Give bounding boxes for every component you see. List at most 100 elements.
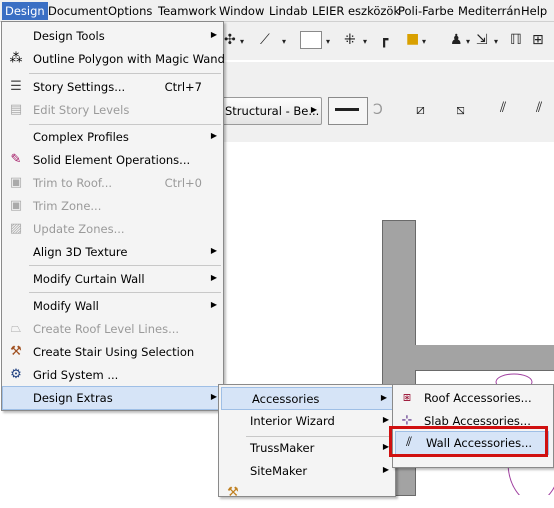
menu-item-label: Story Settings...	[33, 80, 126, 94]
menu-window[interactable]: Window	[216, 3, 267, 19]
chevron-down-icon[interactable]: ▾	[282, 34, 286, 50]
curve-icon[interactable]: Ↄ	[373, 102, 383, 118]
snap-icon[interactable]: ⟋	[260, 32, 270, 48]
menu-separator	[29, 124, 221, 125]
menu-item-trim-to-roof[interactable]: ▣ Trim to Roof... Ctrl+0	[3, 172, 222, 195]
grid-snap-icon[interactable]: ⁜	[344, 32, 356, 48]
menu-item-label: Design Extras	[33, 391, 113, 405]
menu-item-trim-zone[interactable]: ▣ Trim Zone...	[3, 195, 222, 218]
chevron-right-icon: ▶	[380, 393, 387, 402]
chevron-down-icon[interactable]: ▾	[363, 34, 367, 50]
menu-mediterran[interactable]: Mediterrán	[455, 3, 524, 19]
menu-item-label: Trim to Roof...	[33, 176, 113, 190]
trim-roof-icon: ▣	[9, 175, 23, 190]
menu-item-outline-polygon[interactable]: ⁂ Outline Polygon with Magic Wand	[3, 48, 225, 71]
story-levels-icon: ▤	[9, 102, 23, 117]
menu-item-sitemaker[interactable]: SiteMaker ▶	[220, 460, 394, 483]
menu-item-label: Modify Curtain Wall	[33, 272, 145, 286]
menu-item-design-extras[interactable]: Design Extras ▶	[2, 386, 223, 410]
menu-item-design-tools[interactable]: Design Tools ▶	[3, 25, 222, 48]
magic-wand-icon: ⁂	[9, 51, 23, 66]
menu-document[interactable]: Document	[45, 3, 111, 19]
menu-teamwork[interactable]: Teamwork	[155, 3, 219, 19]
chevron-right-icon: ▶	[210, 300, 217, 309]
rotate-icon[interactable]: ✣	[224, 32, 236, 48]
menu-lindab[interactable]: Lindab	[266, 3, 311, 19]
menu-design[interactable]: Design	[2, 2, 48, 20]
chevron-right-icon: ▶	[382, 415, 389, 424]
chevron-right-icon: ▶	[210, 246, 217, 255]
menu-item-modify-wall[interactable]: Modify Wall ▶	[3, 295, 222, 318]
wall-pattern2-icon[interactable]: ⫽	[536, 100, 542, 116]
menu-item-shortcut: Ctrl+7	[164, 80, 202, 94]
menu-item-label: Modify Wall	[33, 299, 99, 313]
dimension-icon[interactable]: ⇲	[476, 32, 488, 48]
chevron-down-icon[interactable]: ▾	[494, 34, 498, 50]
menu-item-label: Complex Profiles	[33, 130, 129, 144]
menu-item-create-stair[interactable]: ⚒ Create Stair Using Selection	[3, 341, 222, 364]
menu-item-label: Interior Wizard	[250, 414, 335, 428]
menu-item-solid-element-ops[interactable]: ✎ Solid Element Operations...	[3, 149, 222, 172]
menu-item-label: Design Tools	[33, 29, 105, 43]
wall-pattern-icon[interactable]: ⫽	[500, 100, 506, 116]
trim-zone-icon: ▣	[9, 198, 23, 213]
menu-item-label: Create Roof Level Lines...	[33, 322, 180, 336]
menu-item-shortcut: Ctrl+0	[164, 176, 202, 190]
design-menu: Design Tools ▶ ⁂ Outline Polygon with Ma…	[1, 21, 225, 411]
menu-item-grid-system[interactable]: ⚙ Grid System ...	[3, 364, 222, 387]
menu-item-accessories[interactable]: Accessories ▶	[221, 387, 393, 410]
menu-item-edit-story-levels[interactable]: ▤ Edit Story Levels	[3, 99, 222, 122]
chevron-down-icon[interactable]: ▾	[422, 34, 426, 50]
measure-icon[interactable]: ⊞	[532, 32, 544, 48]
origin-icon[interactable]: ┏	[380, 32, 388, 48]
chevron-down-icon[interactable]: ▾	[240, 34, 244, 50]
selection-tool-icon[interactable]	[300, 31, 322, 49]
menu-item-trussmaker[interactable]: TrussMaker ▶	[220, 437, 394, 460]
menu-item-label: Accessories	[252, 392, 320, 406]
solid-ops-icon: ✎	[10, 152, 22, 167]
chevron-down-icon[interactable]: ▾	[326, 34, 330, 50]
story-settings-icon: ☰	[10, 79, 22, 94]
roof-accessories-icon: ⧆	[402, 390, 412, 405]
line-type-selector[interactable]	[328, 97, 368, 125]
menu-item-create-roof-level-lines[interactable]: ⏢ Create Roof Level Lines...	[3, 318, 222, 341]
menu-item-complex-profiles[interactable]: Complex Profiles ▶	[3, 126, 222, 149]
menu-item-label: Update Zones...	[33, 222, 125, 236]
menu-poli-farbe[interactable]: Poli-Farbe	[395, 3, 457, 19]
update-zones-icon: ▨	[9, 221, 23, 236]
pen-icon[interactable]: ♟	[450, 32, 463, 48]
layers-icon[interactable]: ■	[406, 31, 419, 47]
menu-item-interior-wizard[interactable]: Interior Wizard ▶	[220, 410, 394, 433]
menu-item-update-zones[interactable]: ▨ Update Zones...	[3, 218, 222, 241]
toolbar-main: ✣ ▾ ⟋ ▾ ▾ ⁜ ▾ ┏ ■ ▾ ♟ ▾ ⇲ ▾ ℿ ⊞	[222, 22, 554, 60]
menu-item-story-settings[interactable]: ☰ Story Settings... Ctrl+7	[3, 76, 222, 99]
menu-item-partial[interactable]: ⚒	[220, 485, 394, 508]
chevron-down-icon[interactable]: ▾	[466, 34, 470, 50]
menu-separator	[29, 265, 221, 266]
text-tool-icon[interactable]: ℿ	[510, 32, 522, 48]
wall-horizontal[interactable]	[382, 345, 554, 371]
chevron-right-icon: ▶	[210, 273, 217, 282]
menu-item-label: Outline Polygon with Magic Wand	[33, 52, 225, 66]
menu-item-label: Align 3D Texture	[33, 245, 128, 259]
menu-help[interactable]: Help	[518, 3, 550, 19]
chevron-right-icon: ▶	[210, 392, 217, 401]
grid-system-icon: ⚙	[10, 367, 22, 382]
structural-function-combo[interactable]: Structural - Be... ▶	[222, 97, 322, 125]
slanted-wall-icon[interactable]: ⧅	[456, 102, 465, 118]
menu-item-roof-accessories[interactable]: ⧆ Roof Accessories...	[394, 387, 552, 410]
menu-options[interactable]: Options	[105, 3, 155, 19]
menu-separator	[29, 292, 221, 293]
menu-bar: Design Document Options Teamwork Window …	[0, 0, 554, 22]
menu-item-align-3d-texture[interactable]: Align 3D Texture ▶	[3, 241, 222, 264]
wall-type-icon[interactable]: ⧄	[416, 102, 425, 118]
partial-item-icon: ⚒	[227, 485, 239, 500]
chevron-right-icon: ▶	[382, 465, 389, 474]
menu-item-label: Roof Accessories...	[424, 391, 532, 405]
menu-leier[interactable]: LEIER eszközök	[309, 3, 403, 19]
design-extras-submenu: Accessories ▶ Interior Wizard ▶ TrussMak…	[218, 384, 396, 500]
menu-item-modify-curtain-wall[interactable]: Modify Curtain Wall ▶	[3, 268, 222, 291]
menu-item-label: Grid System ...	[33, 368, 119, 382]
menu-separator	[29, 73, 221, 74]
line-type-icon	[335, 108, 359, 111]
